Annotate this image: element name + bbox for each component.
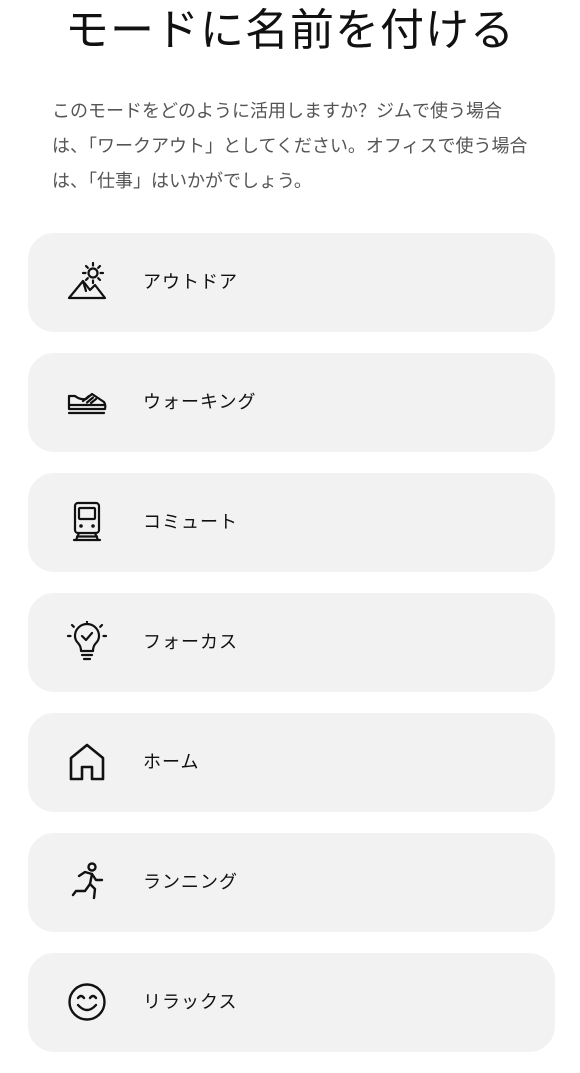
mode-item-walking[interactable]: ウォーキング (28, 353, 555, 452)
outdoor-icon (66, 261, 108, 303)
mode-item-outdoor[interactable]: アウトドア (28, 233, 555, 332)
mode-label-focus: フォーカス (143, 632, 238, 653)
page-description: このモードをどのように活用しますか？ジムで使う場合は、「ワークアウト」としてくだ… (52, 101, 528, 192)
sneaker-icon (66, 381, 108, 423)
mode-item-relax[interactable]: リラックス (28, 953, 555, 1052)
mode-item-focus[interactable]: フォーカス (28, 593, 555, 692)
mode-label-home: ホーム (143, 752, 200, 773)
smiley-icon (66, 981, 108, 1023)
mode-item-running[interactable]: ランニング (28, 833, 555, 932)
train-icon (66, 501, 108, 543)
mode-label-relax: リラックス (143, 992, 238, 1013)
page-title: モードに名前を付ける (65, 5, 515, 56)
mode-label-running: ランニング (143, 872, 238, 893)
house-icon (66, 741, 108, 783)
mode-label-commute: コミュート (143, 512, 238, 533)
mode-label-walking: ウォーキング (143, 392, 257, 413)
mode-item-commute[interactable]: コミュート (28, 473, 555, 572)
mode-label-outdoor: アウトドア (143, 272, 238, 293)
lightbulb-check-icon (66, 621, 108, 663)
mode-list: アウトドア ウォーキング コミュート フォーカス ホーム ランニング リラックス (28, 233, 555, 1073)
mode-item-home[interactable]: ホーム (28, 713, 555, 812)
runner-icon (66, 861, 108, 903)
